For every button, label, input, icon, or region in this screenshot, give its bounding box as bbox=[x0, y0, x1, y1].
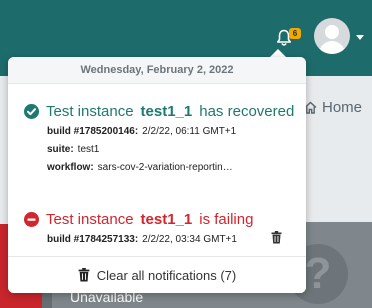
trash-icon bbox=[78, 268, 90, 282]
notification-suffix: has recovered bbox=[199, 102, 295, 120]
notification-prefix: Test instance bbox=[46, 102, 134, 120]
suite-key: suite: bbox=[47, 144, 74, 155]
home-link[interactable]: Home bbox=[304, 97, 362, 117]
build-key: build #1784257133: bbox=[47, 234, 139, 245]
build-value: 2/2/22, 06:11 GMT+1 bbox=[142, 126, 237, 137]
workflow-value: sars-cov-2-variation-reportin… bbox=[97, 162, 233, 173]
workflow-key: workflow: bbox=[47, 162, 94, 173]
suite-value: test1 bbox=[77, 144, 100, 155]
dropdown-arrow bbox=[270, 49, 286, 57]
notification-title[interactable]: Test instance test1_1 is failing bbox=[24, 209, 253, 229]
build-value: 2/2/22, 03:34 GMT+1 bbox=[142, 234, 237, 245]
clear-all-button[interactable]: Clear all notifications (7) bbox=[8, 256, 306, 293]
check-circle-icon bbox=[24, 103, 39, 119]
clear-all-label: Clear all notifications (7) bbox=[96, 267, 237, 283]
notification-item[interactable]: Test instance test1_1 is failing build #… bbox=[8, 209, 306, 259]
notification-title[interactable]: Test instance test1_1 has recovered bbox=[24, 101, 294, 121]
suite-detail: suite: test1 bbox=[47, 144, 99, 155]
avatar-head bbox=[325, 25, 339, 39]
date-header: Wednesday, February 2, 2022 bbox=[8, 57, 306, 84]
build-detail: build #1785200146: 2/2/22, 06:11 GMT+1 bbox=[47, 126, 236, 137]
build-detail: build #1784257133: 2/2/22, 03:34 GMT+1 bbox=[47, 234, 237, 245]
notification-prefix: Test instance bbox=[46, 210, 134, 228]
chevron-down-icon[interactable] bbox=[356, 35, 364, 40]
workflow-detail: workflow: sars-cov-2-variation-reportin… bbox=[47, 162, 233, 173]
home-link-label: Home bbox=[322, 98, 363, 116]
notification-suffix: is failing bbox=[199, 210, 254, 228]
user-avatar[interactable] bbox=[314, 18, 350, 54]
notification-instance: test1_1 bbox=[140, 102, 193, 120]
notification-count-badge: 6 bbox=[289, 28, 301, 39]
avatar-body bbox=[319, 41, 345, 54]
build-key: build #1785200146: bbox=[47, 126, 139, 137]
notifications-dropdown: Wednesday, February 2, 2022 Test instanc… bbox=[8, 57, 306, 293]
notification-instance: test1_1 bbox=[140, 210, 193, 228]
minus-circle-icon bbox=[24, 211, 39, 227]
